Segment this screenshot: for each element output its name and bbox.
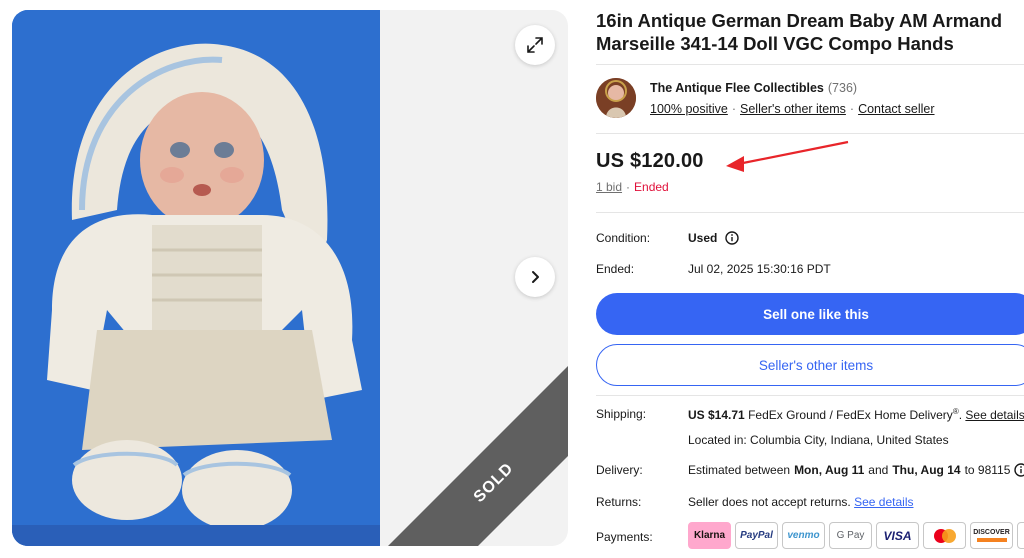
delivery-end-date: Thu, Aug 14	[892, 463, 961, 477]
image-gallery: SOLD	[12, 10, 568, 546]
divider	[596, 395, 1024, 396]
delivery-zip[interactable]: to 98115	[965, 463, 1011, 477]
divider	[596, 212, 1024, 213]
divider	[596, 133, 1024, 134]
expand-image-button[interactable]	[515, 25, 555, 65]
chevron-right-icon	[532, 271, 539, 283]
item-price: US $120.00	[596, 150, 704, 172]
mastercard-icon	[923, 522, 966, 549]
paypal-icon: PayPal	[735, 522, 778, 549]
payment-methods: Klarna PayPal venmo G Pay VISA DISCOVER	[688, 522, 1024, 549]
delivery-start-date: Mon, Aug 11	[794, 463, 865, 477]
seller-feedback-count: (736)	[827, 81, 858, 95]
klarna-icon: Klarna	[688, 522, 731, 549]
divider	[596, 64, 1024, 65]
sold-banner	[388, 366, 568, 546]
sold-banner-area: SOLD	[12, 10, 568, 546]
seller-links: 100% positive · Seller's other items · Conta…	[650, 102, 935, 116]
seller-name[interactable]: The Antique Flee Collectibles	[650, 81, 824, 95]
ended-label: Ended:	[596, 262, 635, 276]
item-info-panel: 16in Antique German Dream Baby AM Armand…	[596, 0, 1024, 558]
condition-value: Used	[688, 231, 718, 245]
visa-icon: VISA	[876, 522, 919, 549]
bid-status: 1 bid · Ended	[596, 180, 669, 194]
payments-label: Payments:	[596, 530, 653, 544]
shipping-label: Shipping:	[596, 407, 647, 421]
venmo-icon: venmo	[782, 522, 825, 549]
positive-feedback-link[interactable]: 100% positive	[650, 102, 728, 116]
contact-seller-link[interactable]: Contact seller	[858, 102, 934, 116]
listing-status: Ended	[634, 180, 669, 194]
sellers-other-items-button[interactable]: Seller's other items	[596, 344, 1024, 386]
info-icon[interactable]	[725, 231, 740, 245]
item-title: 16in Antique German Dream Baby AM Armand…	[596, 10, 1003, 54]
discover-icon: DISCOVER	[970, 522, 1013, 549]
shipping-cost: US $14.71	[688, 408, 745, 422]
delivery-label: Delivery:	[596, 463, 643, 477]
google-pay-icon: G Pay	[829, 522, 872, 549]
returns-see-details-link[interactable]: See details	[854, 495, 913, 509]
info-icon[interactable]	[1014, 463, 1024, 477]
seller-avatar[interactable]	[596, 78, 636, 118]
seller-other-items-link[interactable]: Seller's other items	[740, 102, 846, 116]
shipping-see-details-link[interactable]: See details	[965, 408, 1024, 422]
seller-card: The Antique Flee Collectibles (736) 100% …	[596, 76, 1024, 132]
seller-name-line: The Antique Flee Collectibles (736)	[650, 81, 857, 95]
expand-icon	[527, 37, 543, 53]
returns-label: Returns:	[596, 495, 642, 509]
next-image-button[interactable]	[515, 257, 555, 297]
more-payment-icon	[1017, 522, 1024, 549]
sell-one-like-this-button[interactable]: Sell one like this	[596, 293, 1024, 335]
bid-count-link[interactable]: 1 bid	[596, 180, 622, 194]
condition-label: Condition:	[596, 231, 651, 245]
ended-value: Jul 02, 2025 15:30:16 PDT	[688, 262, 831, 276]
returns-text: Seller does not accept returns.	[688, 495, 851, 509]
shipping-service: FedEx Ground / FedEx Home Delivery	[748, 408, 953, 422]
item-location: Located in: Columbia City, Indiana, Unit…	[688, 433, 949, 447]
